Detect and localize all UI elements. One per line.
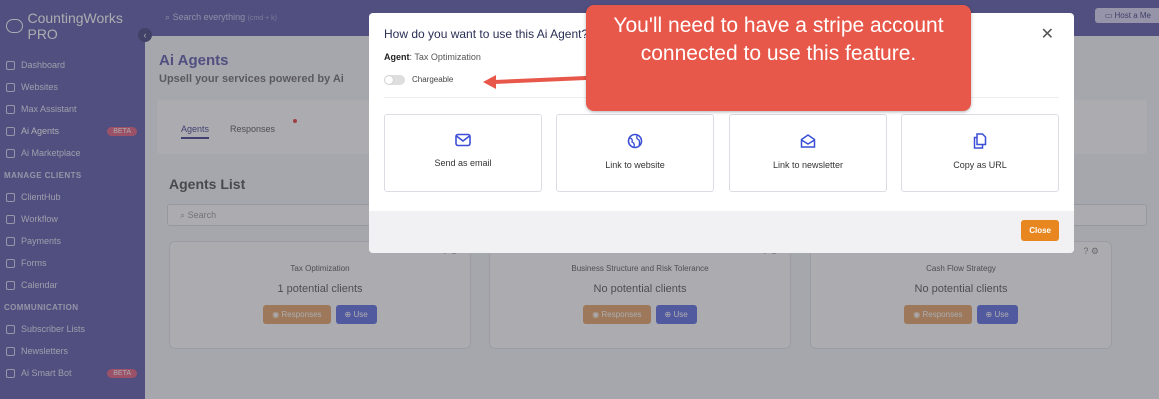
option-label: Link to website xyxy=(605,160,665,170)
option-copy-as-url[interactable]: Copy as URL xyxy=(901,114,1059,192)
modal-title: How do you want to use this Ai Agent? xyxy=(384,27,589,41)
option-link-to-newsletter[interactable]: Link to newsletter xyxy=(729,114,887,192)
option-send-as-email[interactable]: Send as email xyxy=(384,114,542,192)
globe-icon xyxy=(627,133,643,149)
agent-label: Agent xyxy=(384,52,410,62)
chargeable-label: Chargeable xyxy=(412,75,454,84)
option-label: Send as email xyxy=(434,158,492,168)
envelope-icon xyxy=(455,133,471,147)
option-label: Copy as URL xyxy=(953,160,1007,170)
chargeable-toggle[interactable] xyxy=(384,75,405,85)
annotation-callout: You'll need to have a stripe account con… xyxy=(586,5,971,111)
callout-arrow xyxy=(483,75,588,89)
open-envelope-icon xyxy=(800,134,816,148)
close-button[interactable]: Close xyxy=(1021,220,1059,241)
copy-icon xyxy=(973,133,987,149)
modal-footer: Close xyxy=(369,211,1074,253)
option-link-to-website[interactable]: Link to website xyxy=(556,114,714,192)
option-label: Link to newsletter xyxy=(772,160,844,170)
close-icon[interactable]: ✕ xyxy=(1041,24,1054,44)
agent-line: Agent: Tax Optimization xyxy=(384,52,481,62)
agent-value: Tax Optimization xyxy=(414,52,481,62)
